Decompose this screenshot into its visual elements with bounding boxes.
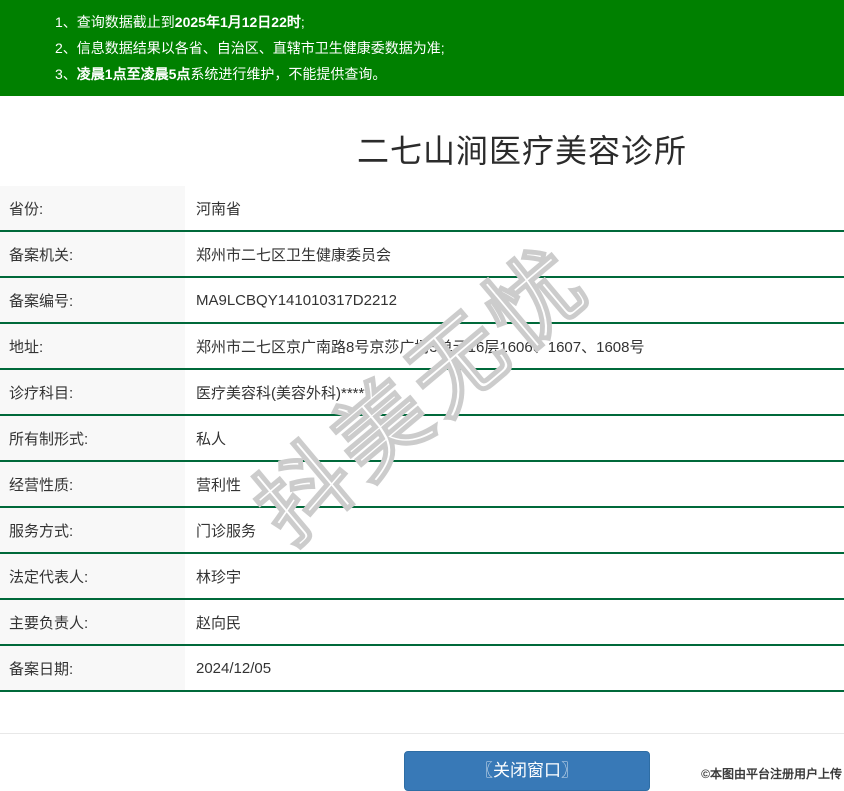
- record-value: 门诊服务: [196, 522, 257, 540]
- record-label: 省份:: [0, 186, 185, 230]
- record-value: 郑州市二七区卫生健康委员会: [196, 246, 392, 264]
- record-label: 备案编号:: [0, 278, 185, 322]
- record-row-nature: 经营性质: 营利性: [0, 462, 844, 508]
- record-row-authority: 备案机关: 郑州市二七区卫生健康委员会: [0, 232, 844, 278]
- record-row-record-date: 备案日期: 2024/12/05: [0, 646, 844, 692]
- notice-2-tail: ;: [440, 40, 445, 56]
- close-window-button[interactable]: 〖关闭窗口〗: [404, 751, 650, 791]
- record-value: 私人: [196, 430, 227, 448]
- record-row-province: 省份: 河南省: [0, 186, 844, 232]
- record-value: MA9LCBQY141010317D2212: [196, 291, 397, 309]
- record-value: 营利性: [196, 476, 242, 494]
- record-value: 河南省: [196, 200, 242, 218]
- record-row-address: 地址: 郑州市二七区京广南路8号京莎广场3单元16层1606、1607、1608…: [0, 324, 844, 370]
- upload-attribution-watermark: ©本图由平台注册用户上传: [701, 767, 842, 781]
- record-label: 法定代表人:: [0, 554, 185, 598]
- record-row-legal-rep: 法定代表人: 林珍宇: [0, 554, 844, 600]
- notice-1-tail: ;: [300, 14, 305, 30]
- notice-3-text: 3、: [55, 66, 77, 82]
- record-label: 经营性质:: [0, 462, 185, 506]
- notice-3-bold: 凌晨1点至凌晨5点: [76, 66, 191, 82]
- record-value: 郑州市二七区京广南路8号京莎广场3单元16层1606、1607、1608号: [196, 338, 645, 356]
- record-value: 赵向民: [196, 614, 242, 632]
- record-value: 医疗美容科(美容外科)******: [196, 384, 377, 402]
- record-label: 所有制形式:: [0, 416, 185, 460]
- record-label: 诊疗科目:: [0, 370, 185, 414]
- record-label: 地址:: [0, 324, 185, 368]
- record-value: 林珍宇: [196, 568, 242, 586]
- notice-bar: 1、查询数据截止到2025年1月12日22时; 2、信息数据结果以各省、自治区、…: [0, 0, 844, 96]
- page-title: 二七山涧医疗美容诊所: [356, 133, 687, 169]
- record-row-number: 备案编号: MA9LCBQY141010317D2212: [0, 278, 844, 324]
- notice-line-1: 1、查询数据截止到2025年1月12日22时;: [55, 9, 834, 35]
- footer-divider: [0, 733, 844, 734]
- notice-1-bold: 2025年1月12日22时: [174, 14, 301, 30]
- notice-2-text: 2、信息数据结果以各省、自治区、直辖市卫生健康委数据为准: [55, 40, 441, 56]
- notice-line-3: 3、凌晨1点至凌晨5点系统进行维护，不能提供查询。: [55, 61, 834, 87]
- record-label: 服务方式:: [0, 508, 185, 552]
- record-row-ownership: 所有制形式: 私人: [0, 416, 844, 462]
- notice-3-tail: 系统进行维护，不能提供查询。: [190, 66, 387, 82]
- record-value: 2024/12/05: [196, 659, 272, 677]
- record-row-service-mode: 服务方式: 门诊服务: [0, 508, 844, 554]
- record-row-person-in-charge: 主要负责人: 赵向民: [0, 600, 844, 646]
- record-label: 备案日期:: [0, 646, 185, 690]
- record-label: 主要负责人:: [0, 600, 185, 644]
- notice-1-text: 1、查询数据截止到: [55, 14, 175, 30]
- notice-line-2: 2、信息数据结果以各省、自治区、直辖市卫生健康委数据为准;: [55, 35, 834, 61]
- record-table: 省份: 河南省 备案机关: 郑州市二七区卫生健康委员会 备案编号: MA9LCB…: [0, 186, 844, 692]
- record-row-departments: 诊疗科目: 医疗美容科(美容外科)******: [0, 370, 844, 416]
- record-label: 备案机关:: [0, 232, 185, 276]
